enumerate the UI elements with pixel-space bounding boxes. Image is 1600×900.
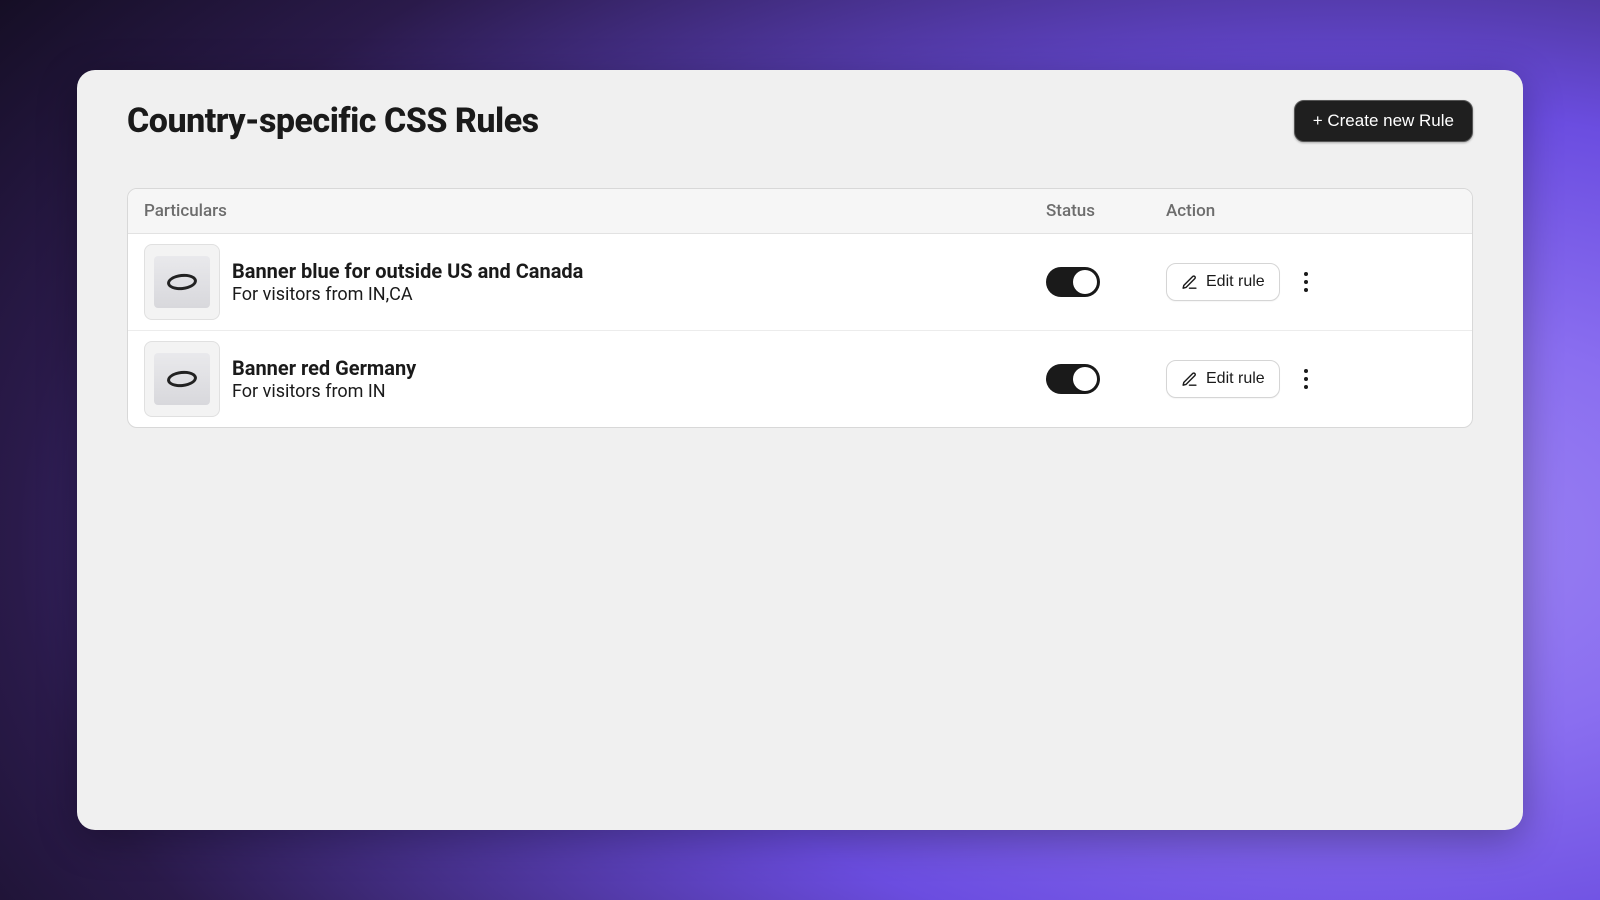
pencil-icon — [1181, 371, 1198, 388]
rule-subtitle: For visitors from IN,CA — [232, 284, 583, 305]
rule-title: Banner blue for outside US and Canada — [232, 259, 583, 283]
pencil-icon — [1181, 274, 1198, 291]
header-row: Country-specific CSS Rules + Create new … — [127, 100, 1473, 142]
rules-table: Particulars Status Action Banner blue fo… — [127, 188, 1473, 428]
create-new-rule-button[interactable]: + Create new Rule — [1294, 100, 1473, 142]
table-row: Banner red Germany For visitors from IN … — [128, 331, 1472, 427]
table-row: Banner blue for outside US and Canada Fo… — [128, 234, 1472, 331]
row-menu-button[interactable] — [1296, 363, 1316, 395]
table-header: Particulars Status Action — [128, 189, 1472, 234]
edit-rule-button[interactable]: Edit rule — [1166, 263, 1280, 301]
column-header-action: Action — [1166, 201, 1456, 221]
row-menu-button[interactable] — [1296, 266, 1316, 298]
rule-thumbnail — [144, 244, 220, 320]
edit-rule-label: Edit rule — [1206, 370, 1265, 388]
rule-subtitle: For visitors from IN — [232, 381, 416, 402]
main-panel: Country-specific CSS Rules + Create new … — [77, 70, 1523, 830]
rule-thumbnail — [144, 341, 220, 417]
status-toggle[interactable] — [1046, 267, 1100, 297]
column-header-status: Status — [1046, 201, 1166, 221]
edit-rule-button[interactable]: Edit rule — [1166, 360, 1280, 398]
page-title: Country-specific CSS Rules — [127, 101, 539, 141]
edit-rule-label: Edit rule — [1206, 273, 1265, 291]
rule-title: Banner red Germany — [232, 356, 416, 380]
status-toggle[interactable] — [1046, 364, 1100, 394]
column-header-particulars: Particulars — [144, 201, 1046, 221]
